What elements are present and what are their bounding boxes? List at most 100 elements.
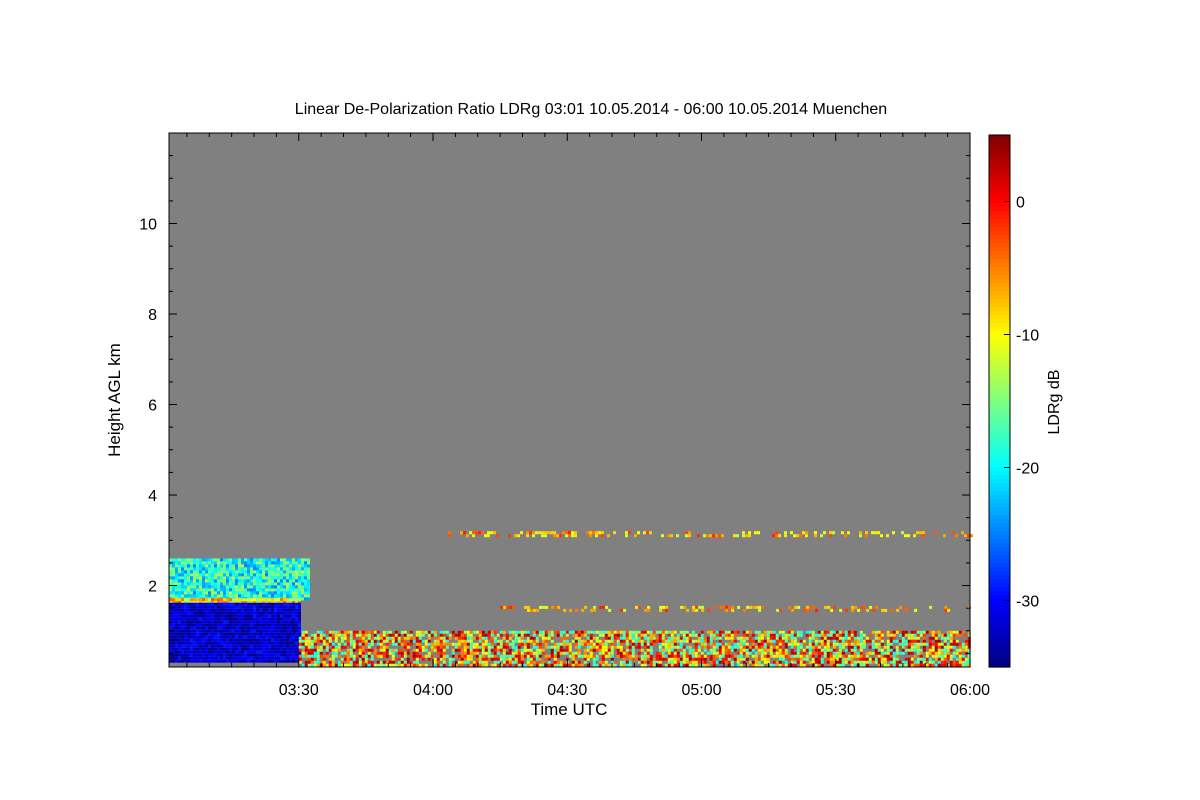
heatmap-cell [554, 605, 558, 609]
heatmap-cell [202, 579, 205, 583]
heatmap-cell [520, 651, 524, 655]
heatmap-cell [895, 630, 899, 634]
heatmap-cell [607, 633, 611, 637]
heatmap-cell [949, 630, 953, 634]
heatmap-cell [652, 642, 656, 646]
heatmap-cell [178, 582, 181, 586]
heatmap-cell [232, 567, 235, 571]
heatmap-cell [949, 657, 953, 661]
heatmap-cell [914, 608, 918, 612]
heatmap-cell [193, 644, 196, 648]
heatmap-cell [754, 639, 758, 643]
heatmap-cell [460, 663, 464, 667]
heatmap-cell [250, 594, 253, 598]
heatmap-cell [517, 651, 521, 655]
heatmap-cell [340, 633, 344, 637]
heatmap-cell [289, 641, 292, 645]
heatmap-cell [208, 576, 211, 580]
heatmap-cell [262, 605, 265, 609]
heatmap-cell [400, 648, 404, 652]
heatmap-cell [289, 585, 292, 589]
heatmap-cell [175, 594, 178, 598]
heatmap-cell [757, 651, 761, 655]
heatmap-cell [706, 630, 710, 634]
colorbar-strip [989, 183, 1010, 188]
heatmap-cell [247, 650, 250, 654]
heatmap-cell [427, 651, 431, 655]
heatmap-cell [268, 570, 271, 574]
heatmap-cell [709, 654, 713, 658]
heatmap-cell [592, 636, 596, 640]
heatmap-cell [277, 570, 280, 574]
heatmap-cell [436, 648, 440, 652]
heatmap-cell [211, 570, 214, 574]
colorbar-tick-label: -10 [1016, 328, 1039, 345]
heatmap-cell [814, 636, 818, 640]
heatmap-cell [553, 654, 557, 658]
heatmap-cell [214, 611, 217, 615]
heatmap-cell [964, 663, 968, 667]
colorbar-strip [989, 247, 1010, 252]
heatmap-cell [442, 636, 446, 640]
heatmap-cell [304, 576, 307, 580]
heatmap-cell [664, 657, 668, 661]
heatmap-cell [748, 531, 751, 535]
heatmap-cell [526, 651, 530, 655]
heatmap-cell [790, 531, 793, 535]
heatmap-cell [673, 645, 677, 649]
heatmap-cell [223, 602, 226, 606]
heatmap-cell [214, 605, 217, 609]
heatmap-cell [514, 633, 518, 637]
heatmap-cell [187, 653, 190, 657]
heatmap-cell [508, 534, 511, 538]
heatmap-cell [718, 660, 722, 664]
heatmap-cell [859, 645, 863, 649]
heatmap-cell [826, 657, 830, 661]
heatmap-cell [265, 608, 268, 612]
heatmap-cell [817, 642, 821, 646]
heatmap-cell [298, 561, 301, 565]
heatmap-cell [241, 591, 244, 595]
heatmap-cell [229, 650, 232, 654]
heatmap-cell [184, 641, 187, 645]
heatmap-cell [814, 651, 818, 655]
heatmap-cell [664, 636, 668, 640]
heatmap-cell [691, 657, 695, 661]
heatmap-cell [184, 570, 187, 574]
heatmap-cell [265, 611, 268, 615]
heatmap-cell [187, 567, 190, 571]
heatmap-cell [217, 650, 220, 654]
heatmap-cell [193, 570, 196, 574]
heatmap-cell [238, 629, 241, 633]
heatmap-cell [523, 639, 527, 643]
heatmap-cell [460, 648, 464, 652]
heatmap-cell [430, 648, 434, 652]
heatmap-cell [262, 611, 265, 615]
heatmap-cell [508, 654, 512, 658]
heatmap-cell [301, 585, 304, 589]
heatmap-cell [388, 633, 392, 637]
heatmap-cell [952, 645, 956, 649]
heatmap-cell [358, 633, 362, 637]
heatmap-cell [229, 635, 232, 639]
heatmap-cell [295, 617, 298, 621]
heatmap-cell [226, 659, 229, 663]
heatmap-cell [592, 630, 596, 634]
colorbar-strip [989, 403, 1010, 408]
heatmap-cell [790, 639, 794, 643]
heatmap-cell [358, 642, 362, 646]
heatmap-cell [256, 585, 259, 589]
heatmap-cell [295, 656, 298, 660]
heatmap-cell [769, 633, 773, 637]
heatmap-cell [196, 576, 199, 580]
colorbar-strip [989, 307, 1010, 312]
heatmap-cell [949, 639, 953, 643]
heatmap-cell [775, 531, 778, 535]
heatmap-cell [229, 623, 232, 627]
heatmap-cell [442, 633, 446, 637]
heatmap-cell [442, 657, 446, 661]
heatmap-cell [298, 576, 301, 580]
heatmap-cell [934, 657, 938, 661]
heatmap-cell [193, 611, 196, 615]
heatmap-cell [286, 598, 289, 602]
